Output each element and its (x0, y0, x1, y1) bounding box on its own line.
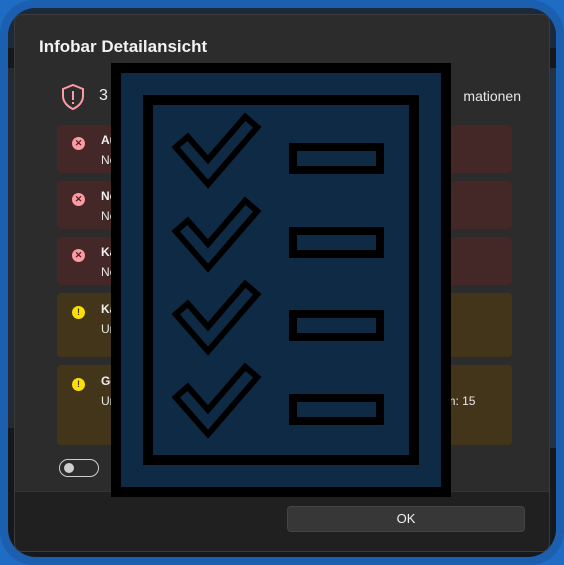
toggle-knob (64, 463, 74, 473)
warning-exclamation-icon: ! (72, 378, 85, 391)
message-severity: Error (141, 189, 168, 203)
message-title: Ne Q (101, 189, 130, 203)
warning-exclamation-icon: ! (72, 306, 85, 319)
message-title: Ka grund (101, 245, 154, 259)
message-body: Ne ensp t der E (101, 153, 185, 167)
message-body: Un ied e für >Ka Wer fikation: 11 ert Ca… (101, 322, 394, 336)
message-item: ✕ Ne Q Error Ne enspricht ni er EN81:20! (57, 181, 512, 229)
message-item: ✕ Au yp Error Ne ensp t der E (57, 125, 512, 173)
message-severity: Error (165, 245, 193, 259)
message-body: Un iedli ur >G begr Wert Sp 200, FA, e e… (101, 394, 476, 408)
summary-row: 3 mationen (59, 83, 529, 113)
message-body: Ne enspricht nicht der EN81:20! (101, 265, 272, 279)
detail-toggle[interactable] (59, 459, 99, 477)
message-item: ! Ge ndigkeitsbe er Warning Un iedli ur >… (57, 365, 512, 445)
message-severity: W (164, 302, 176, 316)
message-title: Au yp (101, 133, 135, 147)
message-item: ! Ka breite W Un ied e für >Ka Wer fikati… (57, 293, 512, 357)
error-x-icon: ✕ (72, 249, 85, 262)
message-item: ✕ Ka grund Error Ne enspricht nicht der E… (57, 237, 512, 285)
summary-suffix: mationen (463, 88, 521, 104)
toggle-label: I (110, 461, 114, 476)
error-x-icon: ✕ (72, 137, 85, 150)
ok-button[interactable]: OK (287, 506, 525, 532)
message-severity: Warning (213, 374, 258, 388)
infobar-dialog: Infobar Detailansicht 3 mationen ✕ Au yp… (14, 14, 550, 552)
message-severity: Error (146, 133, 174, 147)
error-x-icon: ✕ (72, 193, 85, 206)
summary-count: 3 (99, 87, 108, 104)
message-title: Ka breite (101, 302, 153, 316)
message-title: Ge ndigkeitsbe er (101, 374, 202, 388)
dialog-title: Infobar Detailansicht (39, 37, 208, 56)
window-frame: Infobar Detailansicht 3 mationen ✕ Au yp… (0, 0, 564, 565)
shield-alert-icon (62, 83, 84, 111)
message-body: Ne enspricht ni er EN81:20! (101, 209, 249, 223)
